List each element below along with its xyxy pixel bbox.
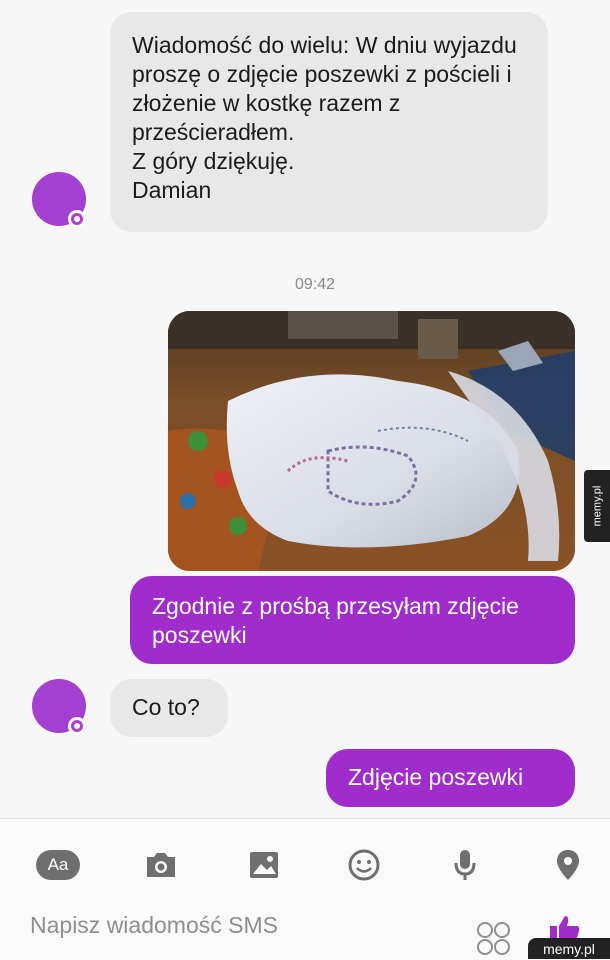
sms-compose-input[interactable]: Napisz wiadomość SMS [30, 912, 278, 939]
emoji-icon [348, 849, 380, 881]
watermark-bottom: memy.pl [528, 938, 610, 959]
camera-button[interactable] [139, 843, 183, 887]
camera-icon [147, 853, 175, 877]
sticker-faces-icon[interactable] [472, 920, 516, 956]
gallery-button[interactable] [242, 843, 286, 887]
message-thread[interactable]: Wiadomość do wielu: W dniu wyjazdu prosz… [0, 0, 610, 818]
microphone-icon [454, 850, 476, 880]
messenger-badge-icon [68, 210, 86, 228]
text-format-icon: Aa [36, 850, 80, 880]
messenger-badge-icon [68, 717, 86, 735]
text-format-button[interactable]: Aa [36, 843, 80, 887]
watermark-side: memy.pl [584, 470, 610, 542]
location-pin-icon [557, 850, 579, 880]
outgoing-message-bubble[interactable]: Zgodnie z prośbą przesyłam zdjęcie posze… [130, 576, 575, 664]
outgoing-message-bubble[interactable]: Zdjęcie poszewki [326, 749, 575, 807]
emoji-button[interactable] [342, 843, 386, 887]
incoming-message-bubble[interactable]: Co to? [110, 679, 228, 737]
photo-attachment[interactable] [168, 311, 575, 571]
incoming-message-bubble[interactable]: Wiadomość do wielu: W dniu wyjazdu prosz… [110, 12, 548, 232]
message-timestamp: 09:42 [294, 276, 336, 293]
gallery-icon [250, 852, 278, 878]
pillowcase-photo-image [168, 311, 575, 571]
location-button[interactable] [546, 843, 590, 887]
microphone-button[interactable] [443, 843, 487, 887]
